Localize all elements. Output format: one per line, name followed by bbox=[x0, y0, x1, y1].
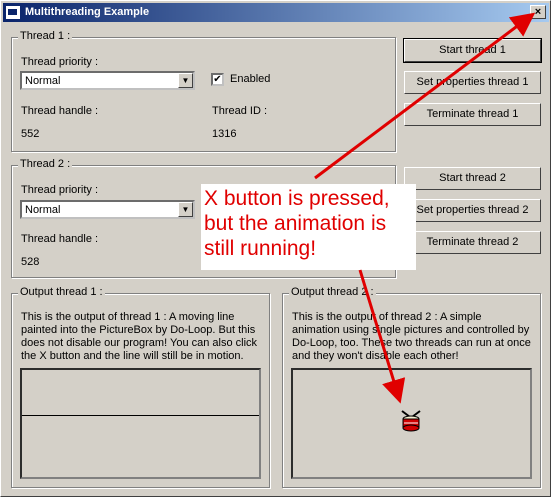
drum-icon bbox=[401, 410, 421, 432]
thread1-enabled-label: Enabled bbox=[230, 73, 271, 85]
start-thread1-button[interactable]: Start thread 1 bbox=[403, 38, 542, 63]
output1-description: This is the output of thread 1 : A movin… bbox=[21, 311, 258, 362]
chevron-down-icon[interactable]: ▼ bbox=[178, 73, 193, 88]
set-properties-thread2-button[interactable]: Set properties thread 2 bbox=[404, 199, 541, 222]
thread2-priority-value: Normal bbox=[25, 204, 61, 216]
moving-line bbox=[22, 415, 259, 416]
thread1-group: Thread 1 : Thread priority : Normal ▼ ✔ … bbox=[11, 30, 396, 152]
set-properties-thread1-button[interactable]: Set properties thread 1 bbox=[404, 71, 541, 94]
thread1-id-label: Thread ID : bbox=[212, 105, 268, 117]
thread1-enabled-checkbox[interactable]: ✔ bbox=[211, 73, 224, 86]
title-bar: Multithreading Example × bbox=[3, 3, 549, 22]
annotation-box: X button is pressed, but the animation i… bbox=[201, 184, 416, 270]
annotation-line-2: but the animation is bbox=[204, 212, 387, 235]
annotation-line-1: X button is pressed, bbox=[204, 187, 390, 210]
output1-group-title: Output thread 1 : bbox=[18, 286, 105, 298]
output2-group: Output thread 2 : This is the output of … bbox=[282, 286, 541, 488]
thread1-priority-label: Thread priority : bbox=[21, 56, 99, 68]
output2-picturebox bbox=[291, 368, 532, 479]
terminate-thread2-button[interactable]: Terminate thread 2 bbox=[404, 231, 541, 254]
output2-description: This is the output of thread 2 : A simpl… bbox=[292, 311, 531, 362]
app-icon bbox=[6, 6, 20, 19]
chevron-down-icon[interactable]: ▼ bbox=[178, 202, 193, 217]
annotation-line-3: still running! bbox=[204, 237, 317, 260]
output1-picturebox bbox=[20, 368, 261, 479]
thread1-priority-select[interactable]: Normal ▼ bbox=[20, 71, 195, 90]
thread2-priority-label: Thread priority : bbox=[21, 184, 99, 196]
thread1-priority-value: Normal bbox=[25, 75, 61, 87]
window-title: Multithreading Example bbox=[25, 6, 150, 18]
thread1-handle-value: 552 bbox=[21, 128, 40, 140]
annotation-text: X button is pressed, but the animation i… bbox=[204, 186, 390, 261]
output2-group-title: Output thread 2 : bbox=[289, 286, 376, 298]
start-thread2-button[interactable]: Start thread 2 bbox=[404, 167, 541, 190]
output1-group: Output thread 1 : This is the output of … bbox=[11, 286, 270, 488]
close-button[interactable]: × bbox=[530, 5, 546, 19]
thread2-handle-label: Thread handle : bbox=[21, 233, 99, 245]
terminate-thread1-button[interactable]: Terminate thread 1 bbox=[404, 103, 541, 126]
thread2-handle-value: 528 bbox=[21, 256, 40, 268]
thread1-group-title: Thread 1 : bbox=[18, 30, 73, 42]
thread2-priority-select[interactable]: Normal ▼ bbox=[20, 200, 195, 219]
thread1-handle-label: Thread handle : bbox=[21, 105, 99, 117]
thread2-group-title: Thread 2 : bbox=[18, 158, 73, 170]
thread1-id-value: 1316 bbox=[212, 128, 237, 140]
